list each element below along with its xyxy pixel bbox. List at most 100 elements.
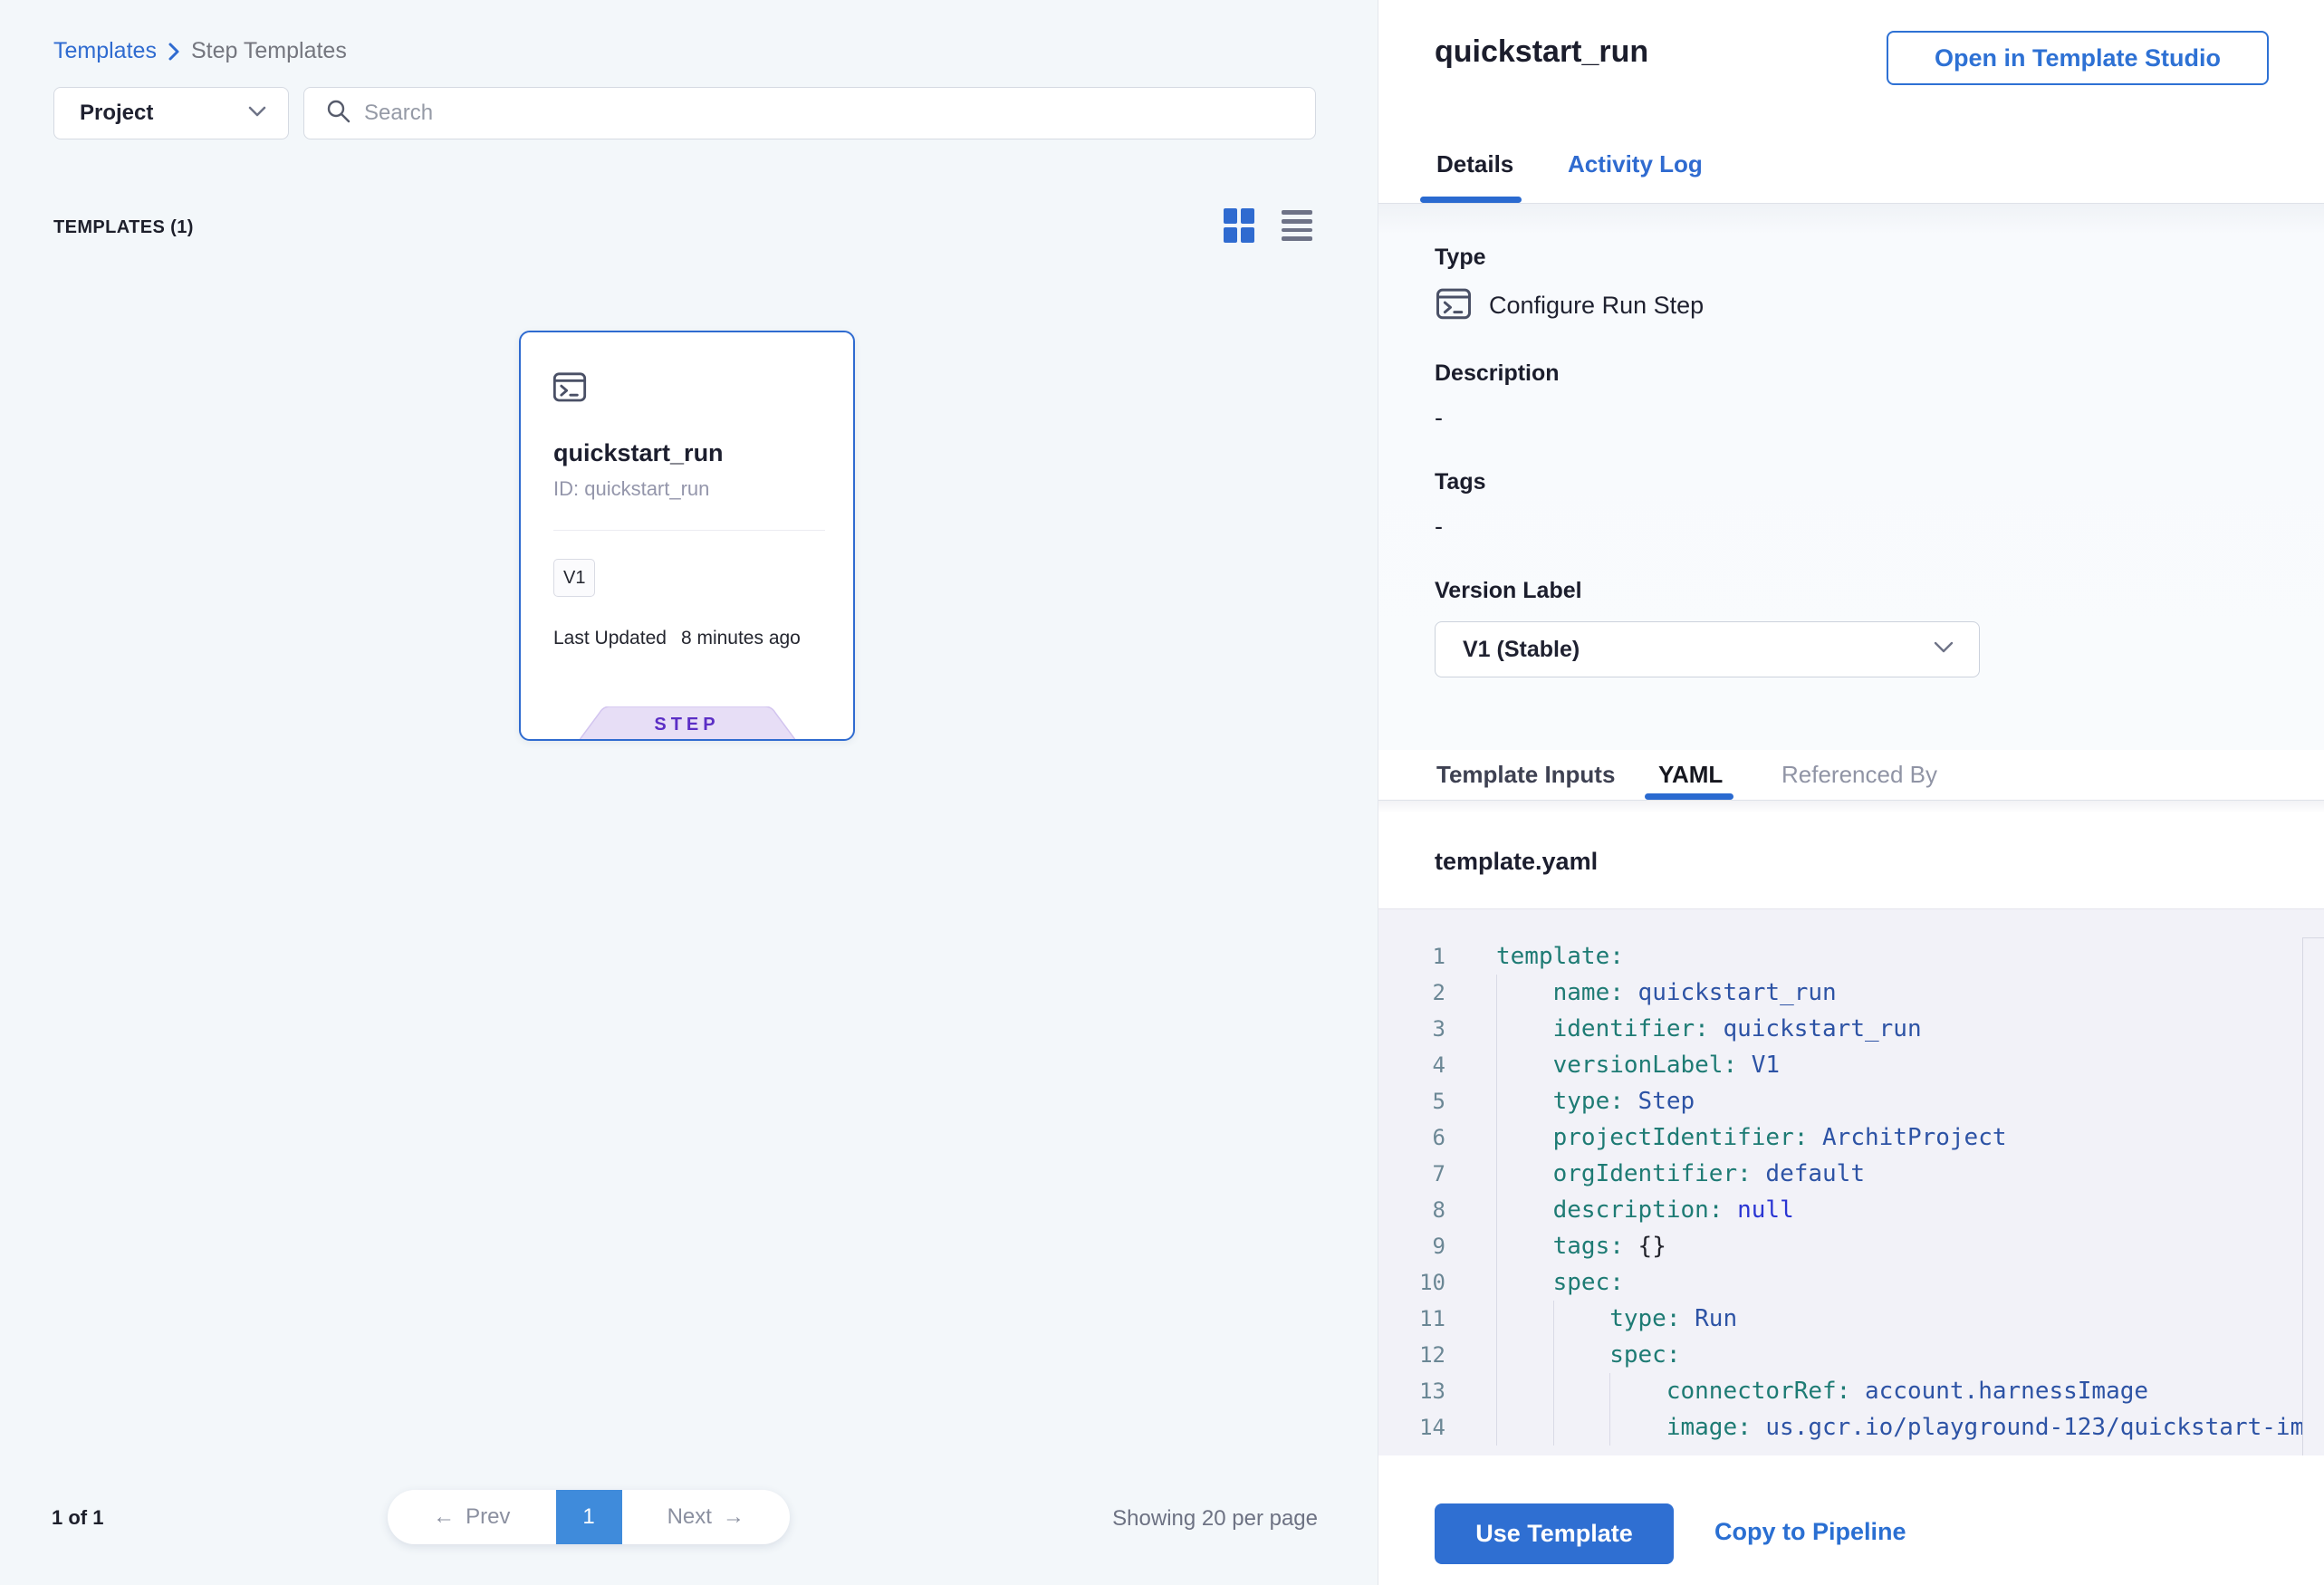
last-updated-value: 8 minutes ago — [681, 628, 801, 649]
indent-guide — [1553, 1337, 1610, 1373]
version-select-value: V1 (Stable) — [1463, 637, 1934, 663]
page-count: 1 of 1 — [52, 1506, 103, 1530]
subtabs-divider-shade — [1378, 801, 2324, 813]
line-number: 2 — [1378, 975, 1445, 1011]
line-number: 1 — [1378, 938, 1445, 975]
type-value: Configure Run Step — [1489, 292, 1704, 320]
indent-guide — [1496, 1264, 1553, 1301]
use-template-button[interactable]: Use Template — [1435, 1503, 1674, 1564]
tab-activity-log[interactable]: Activity Log — [1568, 150, 1703, 178]
template-card-title: quickstart_run — [553, 439, 724, 467]
indent-guide — [1496, 1337, 1553, 1373]
templates-list-panel: Templates Step Templates Project TEMPLAT… — [0, 0, 1378, 1585]
version-select[interactable]: V1 (Stable) — [1435, 621, 1980, 677]
copy-to-pipeline-link[interactable]: Copy to Pipeline — [1714, 1518, 1906, 1546]
arrow-right-icon: → — [723, 1504, 744, 1530]
breadcrumb-templates-link[interactable]: Templates — [53, 38, 157, 64]
step-ribbon: STEP — [579, 706, 796, 741]
open-in-template-studio-button[interactable]: Open in Template Studio — [1887, 31, 2269, 85]
indent-guide — [1496, 1228, 1553, 1264]
search-icon — [326, 99, 351, 129]
scope-filter-select[interactable]: Project — [53, 87, 289, 139]
description-value: - — [1435, 404, 1443, 432]
last-updated-label: Last Updated — [553, 628, 667, 649]
template-card-id: ID: quickstart_run — [553, 477, 709, 501]
indent-guide — [1496, 1011, 1553, 1047]
line-number: 7 — [1378, 1156, 1445, 1192]
prev-page-button[interactable]: ← Prev — [388, 1490, 556, 1544]
scope-filter-label: Project — [80, 101, 248, 126]
line-number: 9 — [1378, 1228, 1445, 1264]
active-subtab-underline — [1645, 793, 1733, 800]
view-toggles — [1224, 208, 1312, 243]
last-updated-row: Last Updated 8 minutes ago — [553, 628, 801, 649]
templates-count-header: TEMPLATES (1) — [53, 217, 194, 238]
line-number: 8 — [1378, 1192, 1445, 1228]
yaml-code-line: 1template: — [1378, 938, 2324, 975]
tab-details[interactable]: Details — [1436, 150, 1513, 178]
step-ribbon-label: STEP — [579, 715, 796, 735]
indent-guide — [1609, 1409, 1666, 1446]
line-number: 12 — [1378, 1337, 1445, 1373]
current-page-button[interactable]: 1 — [556, 1490, 622, 1544]
line-number: 10 — [1378, 1264, 1445, 1301]
yaml-code-line: 9tags: {} — [1378, 1228, 2324, 1264]
run-step-terminal-icon — [552, 369, 588, 409]
type-value-row: Configure Run Step — [1435, 284, 1704, 327]
indent-guide — [1609, 1373, 1666, 1409]
template-card[interactable]: quickstart_run ID: quickstart_run V1 Las… — [519, 331, 855, 741]
subtab-yaml[interactable]: YAML — [1658, 761, 1723, 789]
chevron-down-icon — [248, 105, 266, 121]
template-details-panel: quickstart_run Open in Template Studio D… — [1378, 0, 2324, 1585]
arrow-left-icon: ← — [433, 1504, 455, 1530]
line-number: 11 — [1378, 1301, 1445, 1337]
yaml-code-line: 6projectIdentifier: ArchitProject — [1378, 1119, 2324, 1156]
grid-view-icon[interactable] — [1224, 208, 1256, 243]
type-label: Type — [1435, 245, 1486, 271]
indent-guide — [1496, 1156, 1553, 1192]
indent-guide — [1553, 1301, 1610, 1337]
breadcrumb: Templates Step Templates — [53, 38, 347, 64]
panel-title: quickstart_run — [1435, 34, 1648, 70]
subtab-template-inputs[interactable]: Template Inputs — [1436, 761, 1615, 789]
breadcrumb-current: Step Templates — [191, 38, 347, 64]
pager: ← Prev 1 Next → — [388, 1490, 790, 1544]
card-divider — [553, 530, 825, 531]
indent-guide — [1553, 1409, 1610, 1446]
next-page-button[interactable]: Next → — [622, 1490, 791, 1544]
yaml-code-line: 7orgIdentifier: default — [1378, 1156, 2324, 1192]
yaml-code-line: 5type: Step — [1378, 1083, 2324, 1119]
yaml-code-line: 2name: quickstart_run — [1378, 975, 2324, 1011]
line-number: 6 — [1378, 1119, 1445, 1156]
list-view-icon[interactable] — [1282, 210, 1312, 241]
line-number: 13 — [1378, 1373, 1445, 1409]
description-label: Description — [1435, 360, 1560, 387]
yaml-code-line: 8description: null — [1378, 1192, 2324, 1228]
subtab-referenced-by[interactable]: Referenced By — [1781, 761, 1937, 789]
yaml-code-line: 3identifier: quickstart_run — [1378, 1011, 2324, 1047]
active-tab-underline — [1420, 197, 1522, 203]
yaml-code-line: 11type: Run — [1378, 1301, 2324, 1337]
indent-guide — [1496, 1301, 1553, 1337]
indent-guide — [1496, 1409, 1553, 1446]
version-label: Version Label — [1435, 578, 1582, 604]
yaml-code-line: 10spec: — [1378, 1264, 2324, 1301]
yaml-code-line: 13connectorRef: account.harnessImage — [1378, 1373, 2324, 1409]
tags-value: - — [1435, 513, 1443, 541]
line-number: 3 — [1378, 1011, 1445, 1047]
line-number: 4 — [1378, 1047, 1445, 1083]
per-page-info: Showing 20 per page — [1112, 1506, 1318, 1532]
search-box — [303, 87, 1316, 139]
indent-guide — [1496, 1373, 1553, 1409]
yaml-file-name: template.yaml — [1435, 848, 1598, 876]
indent-guide — [1553, 1373, 1610, 1409]
version-badge: V1 — [553, 559, 595, 597]
indent-guide — [1496, 1047, 1553, 1083]
code-scrollbar-track[interactable] — [2302, 937, 2324, 1455]
line-number: 5 — [1378, 1083, 1445, 1119]
search-input[interactable] — [364, 101, 1297, 126]
chevron-down-icon — [1934, 641, 1954, 658]
yaml-code-viewer[interactable]: 1template:2name: quickstart_run3identifi… — [1378, 908, 2324, 1455]
yaml-code-line: 12spec: — [1378, 1337, 2324, 1373]
indent-guide — [1496, 1192, 1553, 1228]
